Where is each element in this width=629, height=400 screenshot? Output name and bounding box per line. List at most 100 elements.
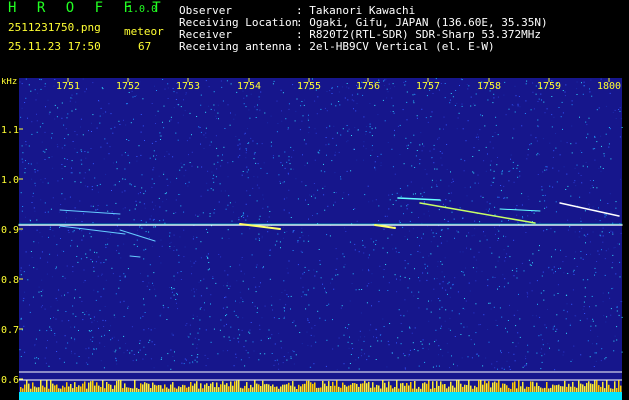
noise-speckle <box>56 299 58 301</box>
noise-speckle <box>356 220 358 222</box>
noise-speckle <box>493 170 495 172</box>
noise-speckle <box>123 316 125 317</box>
noise-speckle <box>449 329 451 331</box>
noise-speckle <box>127 307 129 309</box>
noise-speckle <box>132 96 134 98</box>
noise-speckle <box>145 248 147 250</box>
noise-speckle <box>316 213 318 215</box>
noise-speckle <box>161 245 163 247</box>
noise-speckle <box>139 340 141 342</box>
noise-speckle <box>327 205 329 207</box>
noise-speckle <box>354 127 356 129</box>
noise-speckle <box>258 286 260 288</box>
noise-speckle <box>333 125 335 127</box>
noise-speckle <box>154 85 155 87</box>
noise-speckle <box>98 100 100 102</box>
noise-speckle <box>347 327 348 329</box>
noise-speckle <box>491 181 493 183</box>
noise-speckle <box>81 300 83 302</box>
noise-speckle <box>166 192 167 194</box>
noise-speckle <box>444 83 446 84</box>
noise-speckle <box>42 289 44 291</box>
noise-speckle <box>434 168 436 170</box>
noise-speckle <box>241 174 243 176</box>
noise-speckle <box>386 97 388 99</box>
noise-speckle <box>112 132 114 134</box>
noise-speckle <box>468 335 470 337</box>
noise-speckle <box>61 102 63 104</box>
noise-speckle <box>169 235 171 237</box>
noise-speckle <box>278 368 280 370</box>
noise-speckle <box>543 230 545 232</box>
noise-speckle <box>549 142 551 144</box>
detection-bar <box>172 382 174 392</box>
noise-speckle <box>516 270 518 272</box>
noise-speckle <box>581 182 583 184</box>
noise-speckle <box>210 141 212 143</box>
noise-speckle <box>90 318 92 319</box>
noise-speckle <box>509 256 511 258</box>
noise-speckle <box>65 128 67 130</box>
noise-speckle <box>477 133 479 135</box>
noise-speckle <box>41 251 43 253</box>
noise-speckle <box>171 287 172 288</box>
noise-speckle <box>173 360 175 362</box>
noise-speckle <box>468 282 470 284</box>
noise-speckle <box>114 184 116 186</box>
noise-speckle <box>566 303 568 305</box>
noise-speckle <box>218 118 219 120</box>
noise-speckle <box>317 310 319 312</box>
noise-speckle <box>399 154 401 155</box>
noise-speckle <box>609 297 611 299</box>
noise-speckle <box>316 271 318 273</box>
noise-speckle <box>432 93 434 94</box>
noise-speckle <box>595 360 597 362</box>
noise-speckle <box>224 190 226 192</box>
noise-speckle <box>363 116 365 118</box>
noise-speckle <box>438 137 440 139</box>
noise-speckle <box>136 156 138 157</box>
noise-speckle <box>152 169 154 171</box>
noise-speckle <box>284 167 286 169</box>
noise-speckle <box>355 289 357 291</box>
noise-speckle <box>414 327 416 329</box>
noise-speckle <box>590 253 591 255</box>
noise-speckle <box>465 140 467 142</box>
noise-speckle <box>206 255 208 257</box>
detection-bar <box>224 384 226 392</box>
noise-speckle <box>431 229 432 231</box>
noise-speckle <box>71 94 73 96</box>
noise-speckle <box>47 211 49 213</box>
noise-speckle <box>57 146 59 148</box>
noise-speckle <box>403 81 405 83</box>
noise-speckle <box>276 240 278 242</box>
detection-bar <box>56 384 58 392</box>
noise-speckle <box>544 200 546 202</box>
noise-speckle <box>54 333 56 334</box>
noise-speckle <box>587 233 589 235</box>
noise-speckle <box>172 334 174 336</box>
noise-speckle <box>163 127 165 129</box>
noise-speckle <box>417 350 419 352</box>
noise-speckle <box>145 354 147 356</box>
noise-speckle <box>494 226 496 228</box>
noise-speckle <box>496 325 498 326</box>
noise-speckle <box>70 326 72 328</box>
noise-speckle <box>196 361 198 363</box>
noise-speckle <box>76 134 78 136</box>
detection-bar <box>582 384 584 392</box>
frequency-tick-label: 0.8 <box>1 275 19 286</box>
noise-speckle <box>229 339 231 341</box>
noise-speckle <box>115 349 117 351</box>
detection-bar <box>296 389 298 392</box>
noise-speckle <box>516 205 518 207</box>
noise-speckle <box>481 270 483 272</box>
noise-speckle <box>153 208 154 210</box>
noise-speckle <box>178 261 180 263</box>
noise-speckle <box>503 94 505 96</box>
noise-speckle <box>540 93 542 95</box>
noise-speckle <box>46 330 48 332</box>
noise-speckle <box>142 281 144 282</box>
noise-speckle <box>615 201 617 203</box>
noise-speckle <box>554 369 556 371</box>
